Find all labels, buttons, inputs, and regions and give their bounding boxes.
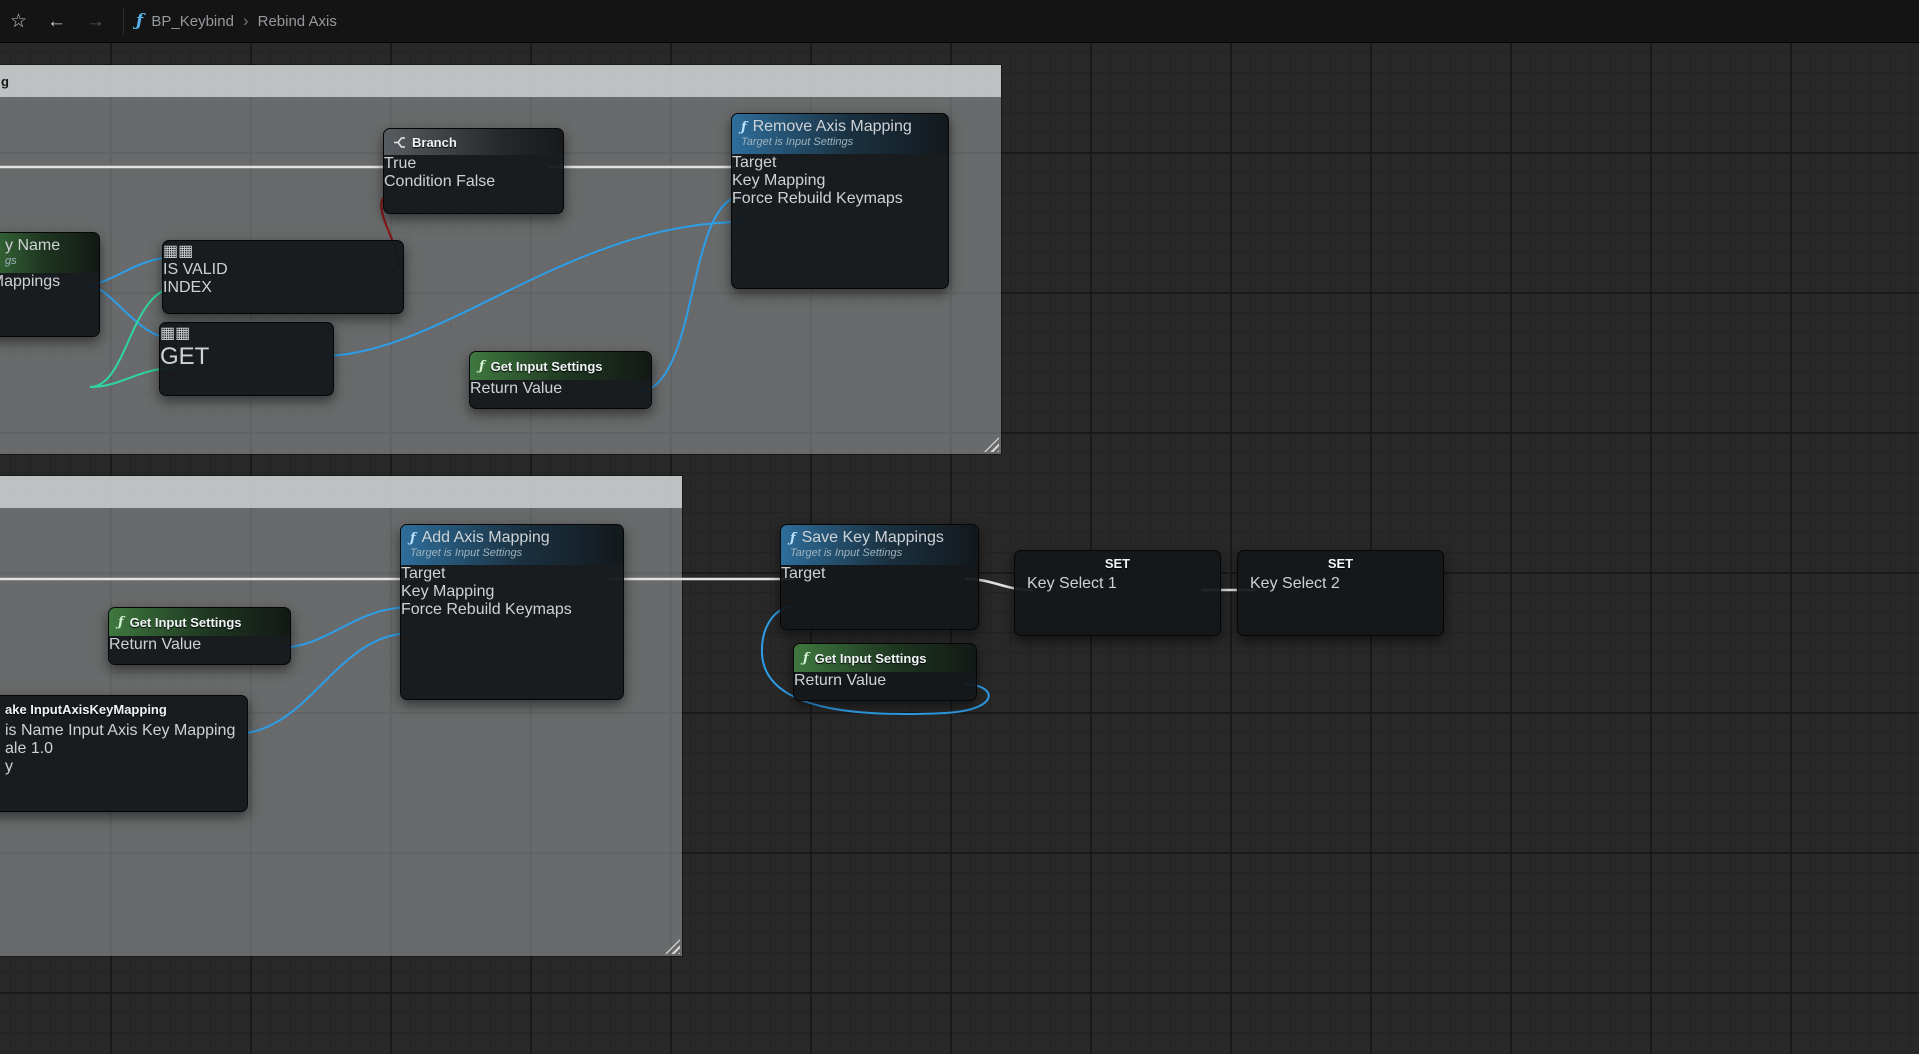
pin-label: Key Select 1 <box>1027 575 1117 592</box>
pin-label: True <box>384 155 416 172</box>
pin-label: Key Mapping <box>732 172 825 189</box>
pin-label: ut Mappings <box>0 273 60 290</box>
node-subtitle: Target is Input Settings <box>410 547 614 559</box>
function-icon: ƒ <box>410 531 416 546</box>
node-title: ake InputAxisKeyMapping <box>5 702 167 717</box>
node-get-by-name-clipped[interactable]: y Name gs ut Mappings <box>0 232 100 337</box>
breadcrumb-root[interactable]: BP_Keybind <box>151 13 234 30</box>
breadcrumb-bar: ☆ ← → ƒ BP_Keybind › Rebind Axis <box>0 0 1919 43</box>
pin-label: Target <box>781 565 825 582</box>
breadcrumb-current[interactable]: Rebind Axis <box>258 13 337 30</box>
node-title: Get Input Settings <box>130 615 242 630</box>
function-icon: ƒ <box>118 615 124 630</box>
blueprint-editor: ☆ ← → ƒ BP_Keybind › Rebind Axis g <box>0 0 1919 1054</box>
pin-label: Key Mapping <box>401 583 494 600</box>
pin-label: Target <box>732 154 776 171</box>
node-get-input-settings-3[interactable]: ƒ Get Input Settings Return Value <box>793 643 977 701</box>
node-remove-axis-mapping[interactable]: ƒ Remove Axis Mapping Target is Input Set… <box>731 113 949 289</box>
function-icon: ƒ <box>790 531 796 546</box>
pin-label: is Name <box>5 722 64 739</box>
branch-icon <box>393 136 406 149</box>
pin-label: ale <box>5 740 26 757</box>
node-get-input-settings-1[interactable]: ƒ Get Input Settings Return Value <box>469 351 652 409</box>
pin-label: Target <box>401 565 445 582</box>
function-icon: ƒ <box>803 651 809 666</box>
node-title: Get Input Settings <box>815 651 927 666</box>
node-get-input-settings-2[interactable]: ƒ Get Input Settings Return Value <box>108 607 291 665</box>
array-watermark-icon: ▦▦ <box>160 325 190 342</box>
array-watermark-icon: ▦▦ <box>163 243 193 260</box>
pin-label: Key Select 2 <box>1250 575 1340 592</box>
pin-label: Input Axis Key Mapping <box>68 722 235 739</box>
node-title-line2: INDEX <box>163 279 403 297</box>
function-icon: ƒ <box>479 359 485 374</box>
pin-label: Return Value <box>794 672 886 689</box>
scale-input[interactable]: 1.0 <box>31 740 53 757</box>
node-title: y Name <box>5 237 60 255</box>
node-title: Add Axis Mapping <box>422 529 550 547</box>
node-subtitle: gs <box>5 255 90 267</box>
node-set-key-select-1[interactable]: SET Key Select 1 <box>1014 550 1221 636</box>
toolbar-divider <box>123 7 124 35</box>
node-get[interactable]: ▦▦ GET <box>159 322 334 396</box>
pin-label: False <box>456 173 495 190</box>
pin-label: y <box>5 758 13 775</box>
node-branch[interactable]: Branch True Condition False <box>383 128 564 214</box>
node-title: SET <box>1328 556 1353 571</box>
node-save-key-mappings[interactable]: ƒ Save Key Mappings Target is Input Setti… <box>780 524 979 630</box>
node-is-valid-index[interactable]: ▦▦ IS VALID INDEX <box>162 240 404 314</box>
function-icon: ƒ <box>741 120 747 135</box>
pin-label: Return Value <box>109 636 201 653</box>
chevron-right-icon: › <box>243 11 249 31</box>
node-title: GET <box>160 343 333 371</box>
node-title: SET <box>1105 556 1130 571</box>
forward-arrow-icon[interactable]: → <box>76 12 115 31</box>
node-add-axis-mapping[interactable]: ƒ Add Axis Mapping Target is Input Settin… <box>400 524 624 700</box>
node-title-line1: IS VALID <box>163 261 403 279</box>
favorite-star-icon[interactable]: ☆ <box>0 12 37 31</box>
pin-label: Condition <box>384 173 452 190</box>
node-title: Get Input Settings <box>491 359 603 374</box>
node-subtitle: Target is Input Settings <box>741 136 939 148</box>
node-set-key-select-2[interactable]: SET Key Select 2 <box>1237 550 1444 636</box>
node-title: Remove Axis Mapping <box>753 118 912 136</box>
back-arrow-icon[interactable]: ← <box>37 12 76 31</box>
node-subtitle: Target is Input Settings <box>790 547 969 559</box>
function-icon: ƒ <box>136 11 143 31</box>
pin-label: Force Rebuild Keymaps <box>401 601 572 618</box>
node-title: Save Key Mappings <box>802 529 944 547</box>
pin-label: Force Rebuild Keymaps <box>732 190 903 207</box>
node-make-inputaxiskeymapping[interactable]: ake InputAxisKeyMapping is Name Input Ax… <box>0 695 248 812</box>
node-title: Branch <box>412 135 457 150</box>
pin-label: Return Value <box>470 380 562 397</box>
wire-getinputsettings-to-add-target[interactable] <box>277 607 412 648</box>
